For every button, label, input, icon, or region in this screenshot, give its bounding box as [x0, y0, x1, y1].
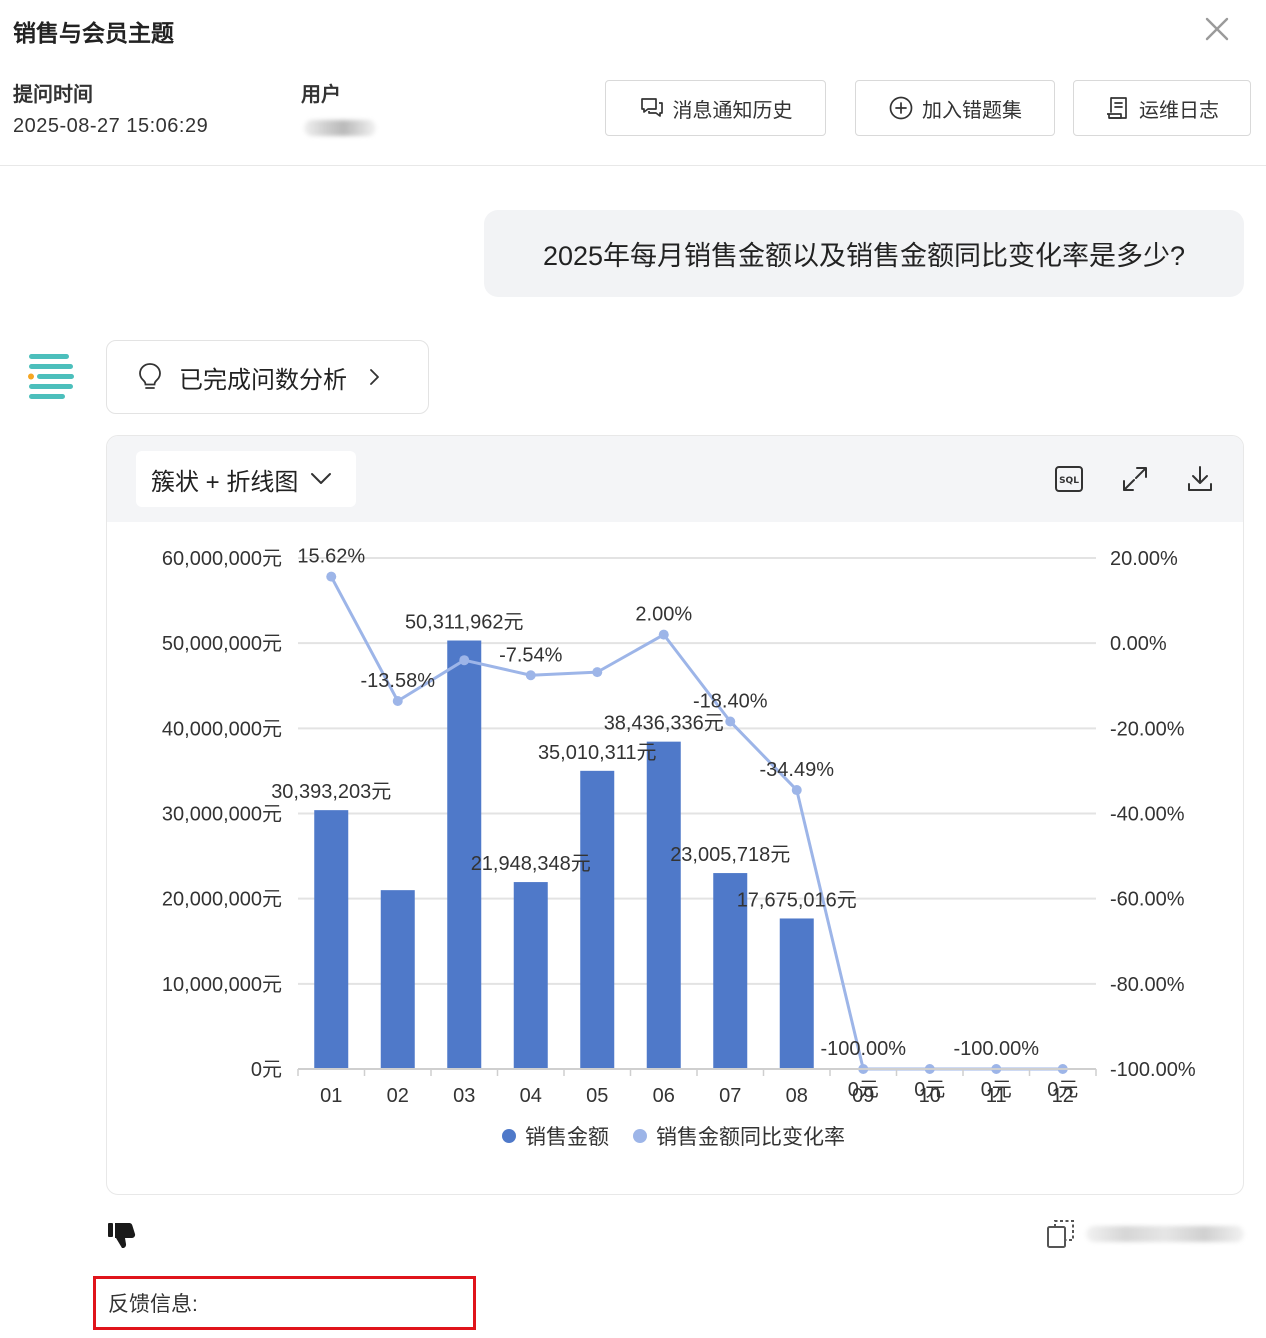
- bar-value-label: 23,005,718元: [670, 844, 790, 866]
- line-point: [326, 571, 337, 582]
- x-tick-label: 10: [919, 1085, 941, 1107]
- y-left-tick-label: 30,000,000元: [162, 804, 282, 826]
- feedback-box[interactable]: 反馈信息:: [93, 1276, 476, 1330]
- line-point: [525, 670, 536, 681]
- user-label: 用户: [301, 84, 341, 106]
- bar-mark: [314, 810, 349, 1069]
- user-question-text: 2025年每月销售金额以及销售金额同比变化率是多少?: [542, 241, 1186, 271]
- bar-mark: [580, 770, 615, 1069]
- plus-circle-icon: [889, 96, 913, 120]
- bar-value-label: 35,010,311元: [538, 742, 657, 764]
- y-right-tick-label: -60.00%: [1110, 889, 1185, 911]
- log-document-icon: [1107, 97, 1127, 119]
- combo-chart: 30,393,203元 50,311,962元 21,948,348元 35,010,…: [162, 546, 1196, 1149]
- line-point: [725, 716, 736, 727]
- bar-value-label: 38,436,336元: [604, 713, 724, 735]
- line-value-label: -18.40%: [693, 691, 768, 713]
- dialog-header: 销售与会员主题 提问时间 2025-08-27 15:06:29 用户 消息通知…: [0, 0, 1266, 166]
- y-left-tick-label: 0元: [251, 1059, 282, 1081]
- legend-marker-line: [633, 1129, 647, 1143]
- copy-icon[interactable]: [1046, 1218, 1076, 1250]
- y-left-tick-label: 40,000,000元: [162, 718, 282, 740]
- x-tick-label: 06: [653, 1085, 675, 1107]
- ops-log-button[interactable]: 运维日志: [1073, 80, 1251, 136]
- bar-mark: [513, 882, 548, 1069]
- x-tick-label: 08: [786, 1085, 808, 1107]
- bar-value-label: 30,393,203元: [271, 781, 391, 803]
- line-value-label: -100.00%: [820, 1038, 906, 1060]
- y-left-tick-label: 60,000,000元: [162, 548, 282, 570]
- line-value-label: 2.00%: [635, 604, 692, 626]
- analysis-complete-toggle[interactable]: 已完成问数分析: [106, 340, 429, 414]
- y-left-tick-label: 20,000,000元: [162, 889, 282, 911]
- assistant-logo-icon: [28, 354, 74, 399]
- y-right-tick-label: -40.00%: [1110, 804, 1185, 826]
- line-point: [392, 695, 403, 706]
- user-name-redacted: [304, 120, 376, 136]
- x-tick-label: 07: [719, 1085, 741, 1107]
- line-value-label: -100.00%: [953, 1038, 1039, 1060]
- line-point: [592, 667, 603, 678]
- bar-mark: [779, 918, 814, 1069]
- user-question-bubble: 2025年每月销售金额以及销售金额同比变化率是多少?: [484, 210, 1244, 297]
- thumbs-down-icon[interactable]: [107, 1220, 137, 1250]
- line-series: [329, 575, 1063, 1071]
- legend-label-bar: 销售金额: [525, 1126, 609, 1149]
- feedback-label: 反馈信息:: [108, 1293, 198, 1316]
- chart-card: 簇状 + 折线图 SQL 30,393,203元 50,311,962元 21,94…: [106, 435, 1244, 1195]
- bar-value-label: 50,311,962元: [405, 612, 524, 634]
- legend-marker-bar: [502, 1129, 516, 1143]
- x-tick-label: 03: [453, 1085, 475, 1107]
- bar-mark: [380, 890, 415, 1069]
- notify-history-label: 消息通知历史: [672, 99, 793, 122]
- analysis-label: 已完成问数分析: [179, 366, 347, 394]
- y-right-tick-label: -20.00%: [1110, 718, 1185, 740]
- add-error-set-label: 加入错题集: [922, 99, 1022, 122]
- lightbulb-icon: [139, 363, 161, 389]
- x-tick-label: 01: [320, 1085, 342, 1107]
- x-tick-label: 02: [387, 1085, 409, 1107]
- line-point: [658, 629, 669, 640]
- page-title: 销售与会员主题: [13, 20, 174, 46]
- y-right-tick-label: -100.00%: [1110, 1059, 1196, 1081]
- y-right-tick-label: -80.00%: [1110, 974, 1185, 996]
- line-value-label: 15.62%: [297, 546, 365, 568]
- line-value-label: -34.49%: [760, 759, 835, 781]
- y-right-tick-label: 20.00%: [1110, 548, 1178, 570]
- y-right-tick-label: 0.00%: [1110, 633, 1167, 655]
- x-tick-label: 11: [986, 1085, 1007, 1107]
- bar-value-label: 21,948,348元: [471, 853, 591, 875]
- submit-time-label: 提问时间: [13, 84, 93, 106]
- x-tick-label: 04: [520, 1085, 542, 1107]
- line-value-label: -7.54%: [499, 644, 563, 666]
- chat-bubbles-icon: [640, 98, 663, 117]
- x-tick-label: 05: [586, 1085, 608, 1107]
- y-left-tick-label: 10,000,000元: [162, 974, 282, 996]
- add-error-set-button[interactable]: 加入错题集: [855, 80, 1055, 136]
- x-tick-label: 09: [852, 1085, 874, 1107]
- line-point: [791, 785, 802, 796]
- x-tick-label: 12: [1052, 1085, 1074, 1107]
- submit-time-value: 2025-08-27 15:06:29: [13, 115, 209, 137]
- line-point: [459, 655, 470, 666]
- bar-value-label: 17,675,016元: [737, 889, 857, 911]
- chevron-right-icon: [370, 369, 379, 385]
- ops-log-label: 运维日志: [1139, 99, 1219, 122]
- redacted-info: [1086, 1226, 1244, 1242]
- y-left-tick-label: 50,000,000元: [162, 633, 282, 655]
- bar-mark: [646, 741, 681, 1069]
- line-value-label: -13.58%: [361, 670, 436, 692]
- notify-history-button[interactable]: 消息通知历史: [605, 80, 826, 136]
- legend-label-line: 销售金额同比变化率: [656, 1126, 845, 1149]
- close-icon[interactable]: [1200, 12, 1234, 46]
